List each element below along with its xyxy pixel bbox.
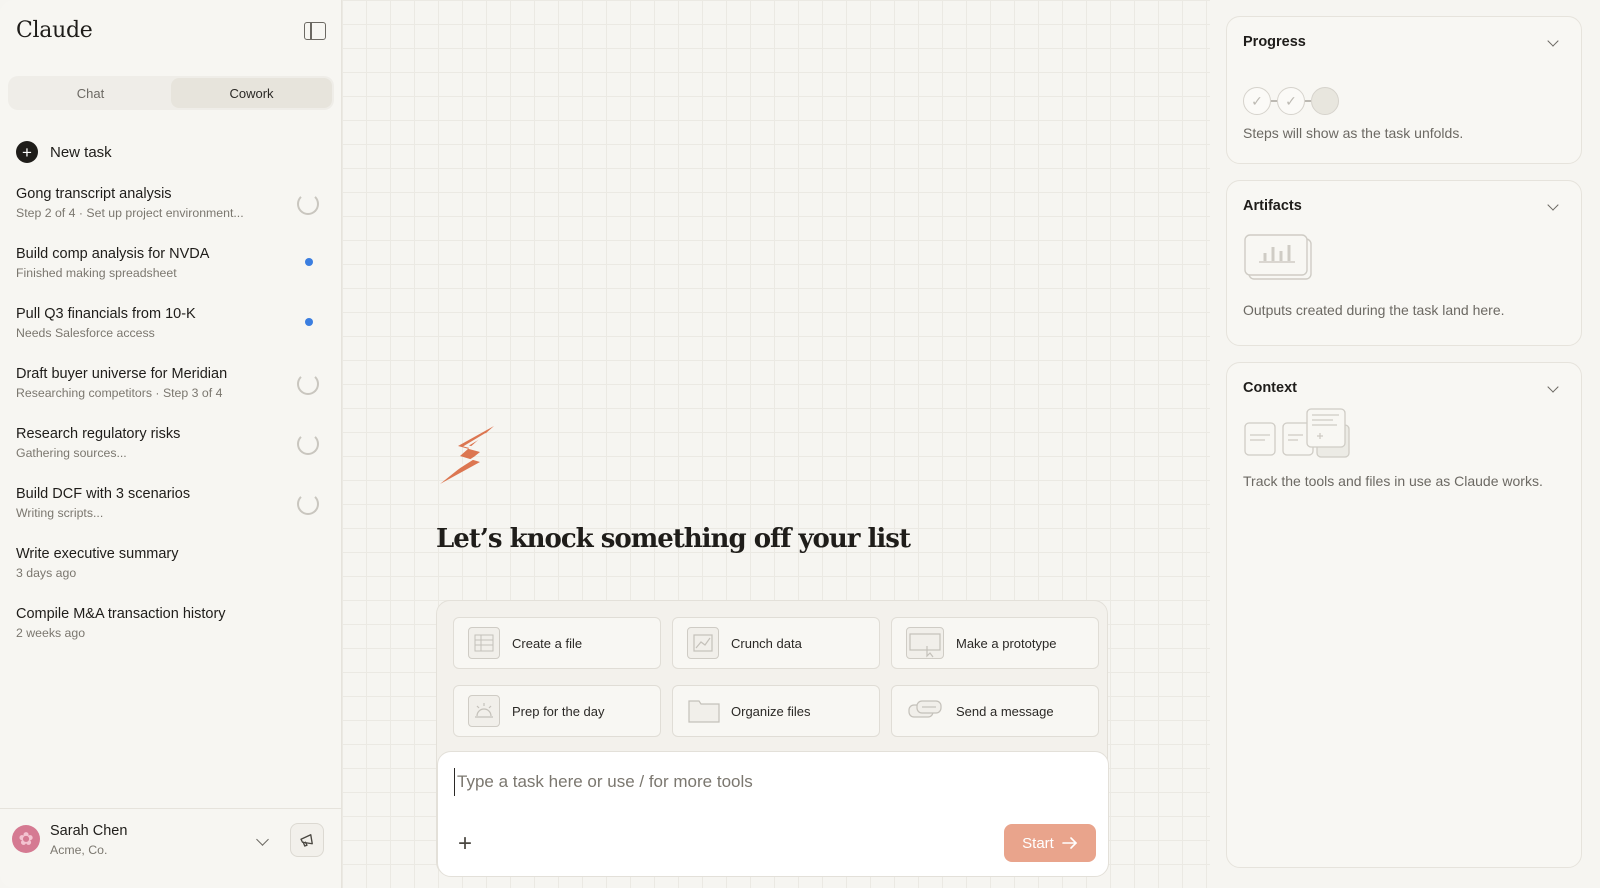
announcements-button[interactable]: [290, 823, 324, 857]
quick-action-label: Create a file: [512, 635, 583, 651]
spreadsheet-icon: [468, 627, 500, 659]
right-panel: Progress ✓ ✓ Steps will show as the task…: [1226, 0, 1600, 888]
task-item[interactable]: Draft buyer universe for Meridian Resear…: [0, 361, 342, 421]
tab-chat[interactable]: Chat: [10, 78, 171, 108]
start-button-label: Start: [1022, 834, 1054, 852]
check-icon: ✓: [1277, 87, 1305, 115]
chart-icon: [687, 627, 719, 659]
artifacts-title: Artifacts: [1243, 198, 1302, 214]
user-menu[interactable]: Sarah Chen Acme, Co.: [0, 808, 342, 888]
task-item[interactable]: Pull Q3 financials from 10-K Needs Sales…: [0, 301, 342, 361]
task-list: Gong transcript analysis Step 2 of 4 · S…: [0, 181, 342, 661]
task-title: Build DCF with 3 scenarios: [16, 486, 191, 502]
quick-action-prep-day[interactable]: Prep for the day: [453, 685, 661, 737]
user-name: Sarah Chen: [50, 823, 128, 839]
task-item[interactable]: Build DCF with 3 scenarios Writing scrip…: [0, 481, 342, 541]
task-title: Gong transcript analysis: [16, 186, 172, 202]
context-files-icon: [1244, 408, 1350, 458]
message-icon: [906, 695, 944, 727]
task-subtitle: Finished making spreadsheet: [16, 266, 177, 280]
quick-action-create-file[interactable]: Create a file: [453, 617, 661, 669]
mode-tabs: Chat Cowork: [8, 76, 334, 110]
context-description: Track the tools and files in use as Clau…: [1243, 473, 1543, 489]
quick-action-label: Prep for the day: [512, 703, 605, 719]
add-attachment-icon[interactable]: +: [458, 832, 472, 856]
loading-spinner-icon: [297, 193, 319, 215]
task-item[interactable]: Research regulatory risks Gathering sour…: [0, 421, 342, 481]
loading-spinner-icon: [297, 433, 319, 455]
start-button[interactable]: Start: [1004, 824, 1096, 862]
main-canvas: Let’s knock something off your list Crea…: [342, 0, 1210, 888]
task-title: Pull Q3 financials from 10-K: [16, 306, 196, 322]
chevron-down-icon[interactable]: [1547, 199, 1559, 211]
task-subtitle: Needs Salesforce access: [16, 326, 155, 340]
quick-action-label: Send a message: [956, 703, 1054, 719]
quick-actions: Create a file Crunch data Make a prototy…: [453, 617, 1099, 737]
unread-dot-icon: [305, 258, 313, 266]
task-subtitle: Step 2 of 4 · Set up project environment…: [16, 206, 244, 220]
task-item[interactable]: Gong transcript analysis Step 2 of 4 · S…: [0, 181, 342, 241]
progress-steps: ✓ ✓: [1243, 87, 1339, 115]
task-input-box: + Start: [437, 751, 1109, 877]
quick-action-label: Organize files: [731, 703, 811, 719]
tab-cowork[interactable]: Cowork: [171, 78, 332, 108]
artifacts-description: Outputs created during the task land her…: [1243, 302, 1505, 318]
page-title: Let’s knock something off your list: [436, 524, 911, 554]
megaphone-icon: [300, 834, 313, 847]
task-subtitle: 3 days ago: [16, 566, 77, 580]
avatar: [12, 825, 40, 853]
task-title: Build comp analysis for NVDA: [16, 246, 210, 262]
arrow-right-icon: [1062, 837, 1077, 849]
app-window: Claude Chat Cowork + New task Gong trans…: [0, 0, 1600, 888]
chevron-down-icon[interactable]: [256, 833, 269, 846]
app-logo-text: Claude: [16, 18, 93, 43]
quick-action-send-message[interactable]: Send a message: [891, 685, 1099, 737]
task-title: Write executive summary: [16, 546, 179, 562]
check-icon: ✓: [1243, 87, 1271, 115]
context-title: Context: [1243, 380, 1297, 396]
task-title: Draft buyer universe for Meridian: [16, 366, 228, 382]
chevron-down-icon[interactable]: [1547, 35, 1559, 47]
prototype-icon: [906, 627, 944, 659]
task-subtitle: Writing scripts...: [16, 506, 104, 520]
new-task-button[interactable]: + New task: [16, 141, 112, 163]
loading-spinner-icon: [297, 373, 319, 395]
quick-action-label: Crunch data: [731, 635, 802, 651]
artifacts-card: Artifacts Outputs created during the tas…: [1226, 180, 1582, 346]
progress-card: Progress ✓ ✓ Steps will show as the task…: [1226, 16, 1582, 164]
task-title: Compile M&A transaction history: [16, 606, 226, 622]
task-subtitle: Gathering sources...: [16, 446, 127, 460]
progress-description: Steps will show as the task unfolds.: [1243, 125, 1464, 141]
pending-step-icon: [1311, 87, 1339, 115]
loading-spinner-icon: [297, 493, 319, 515]
task-subtitle: Researching competitors · Step 3 of 4: [16, 386, 223, 400]
chevron-down-icon[interactable]: [1547, 381, 1559, 393]
task-composer: Create a file Crunch data Make a prototy…: [436, 600, 1109, 877]
task-title: Research regulatory risks: [16, 426, 181, 442]
user-org: Acme, Co.: [50, 843, 108, 857]
task-item[interactable]: Build comp analysis for NVDA Finished ma…: [0, 241, 342, 301]
artifact-chart-icon: [1244, 234, 1312, 280]
task-item[interactable]: Write executive summary 3 days ago: [0, 541, 342, 601]
quick-action-organize-files[interactable]: Organize files: [672, 685, 880, 737]
task-item[interactable]: Compile M&A transaction history 2 weeks …: [0, 601, 342, 661]
sidebar: Claude Chat Cowork + New task Gong trans…: [0, 0, 342, 888]
cowork-logo-icon: [440, 426, 494, 484]
quick-action-make-prototype[interactable]: Make a prototype: [891, 617, 1099, 669]
context-card: Context Track the tools and files in use…: [1226, 362, 1582, 868]
new-task-label: New task: [50, 143, 112, 161]
task-subtitle: 2 weeks ago: [16, 626, 86, 640]
task-input[interactable]: [454, 768, 1074, 796]
plus-circle-icon: +: [16, 141, 38, 163]
progress-title: Progress: [1243, 34, 1306, 50]
sidebar-toggle-icon[interactable]: [304, 22, 326, 40]
folder-icon: [687, 695, 720, 727]
sunrise-icon: [468, 695, 500, 727]
unread-dot-icon: [305, 318, 313, 326]
quick-action-crunch-data[interactable]: Crunch data: [672, 617, 880, 669]
quick-action-label: Make a prototype: [956, 635, 1057, 651]
